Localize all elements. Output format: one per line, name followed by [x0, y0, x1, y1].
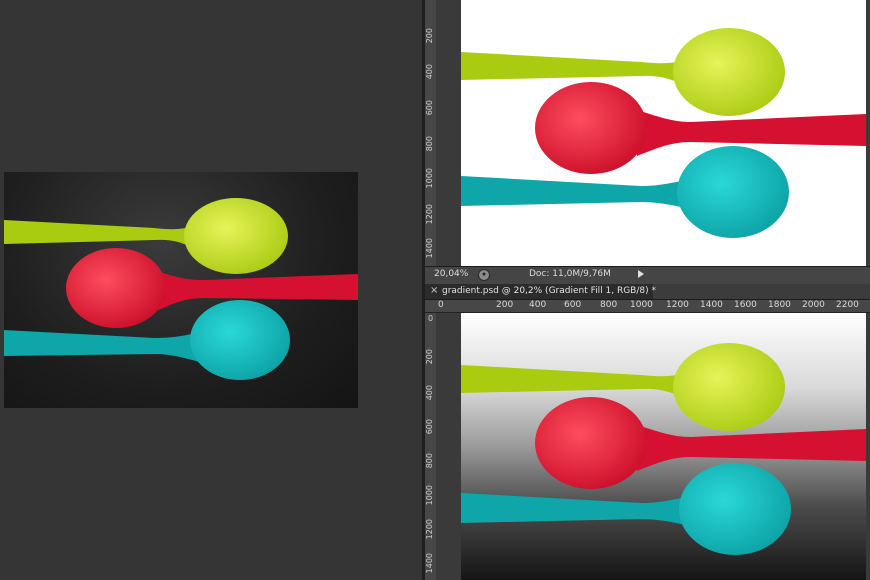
ruler-label: 600 — [564, 300, 582, 310]
document-canvas-white[interactable] — [461, 0, 866, 266]
ruler-label: 1000 — [630, 300, 653, 310]
ruler-label: 1200 — [425, 519, 434, 540]
ruler-label: 200 — [425, 28, 434, 44]
document-canvas-gradient[interactable] — [461, 313, 866, 580]
canvas-pasteboard-right — [866, 0, 870, 266]
document-size: Doc: 11,0M/9,76M — [529, 269, 611, 279]
tab-title: gradient.psd @ 20,2% (Gradient Fill 1, R… — [442, 286, 656, 296]
ruler-label: 400 — [425, 64, 434, 80]
spoons-photo-dark-background — [4, 172, 358, 408]
ruler-label: 400 — [529, 300, 547, 310]
ruler-label: 2000 — [802, 300, 825, 310]
ruler-label: 1000 — [425, 485, 434, 506]
ruler-label: 0 — [427, 314, 434, 323]
ruler-label: 400 — [425, 385, 434, 401]
ruler-label: 1800 — [768, 300, 791, 310]
ruler-label: 1200 — [425, 204, 434, 225]
ruler-label: 0 — [438, 300, 444, 310]
ruler-label: 1000 — [425, 168, 434, 189]
ruler-label: 600 — [425, 419, 434, 435]
ruler-label: 1200 — [666, 300, 689, 310]
tab-gradient-psd[interactable]: × gradient.psd @ 20,2% (Gradient Fill 1,… — [425, 284, 656, 299]
left-preview-pane — [0, 0, 422, 580]
ruler-label: 1600 — [734, 300, 757, 310]
ruler-label: 800 — [425, 453, 434, 469]
document-tab-bar: × gradient.psd @ 20,2% (Gradient Fill 1,… — [425, 284, 870, 300]
canvas-pasteboard-right — [866, 313, 870, 580]
ruler-label: 600 — [425, 100, 434, 116]
ruler-label: 800 — [600, 300, 618, 310]
status-bar: 20,04% ● Doc: 11,0M/9,76M — [425, 266, 870, 285]
ruler-label: 1400 — [425, 553, 434, 574]
canvas-pasteboard — [436, 313, 461, 580]
ruler-label: 1400 — [425, 238, 434, 259]
ruler-label: 200 — [425, 349, 434, 365]
canvas-pasteboard — [436, 0, 461, 266]
ruler-label: 2200 — [836, 300, 859, 310]
horizontal-ruler-doc2: 0 200 400 600 800 1000 1200 1400 1600 18… — [436, 300, 870, 313]
status-menu-arrow-icon[interactable] — [638, 270, 644, 278]
close-icon[interactable]: × — [430, 285, 438, 296]
ruler-label: 800 — [425, 136, 434, 152]
zoom-level[interactable]: 20,04% — [434, 269, 468, 279]
info-icon[interactable]: ● — [478, 269, 490, 281]
ruler-label: 200 — [496, 300, 514, 310]
ruler-label: 1400 — [700, 300, 723, 310]
